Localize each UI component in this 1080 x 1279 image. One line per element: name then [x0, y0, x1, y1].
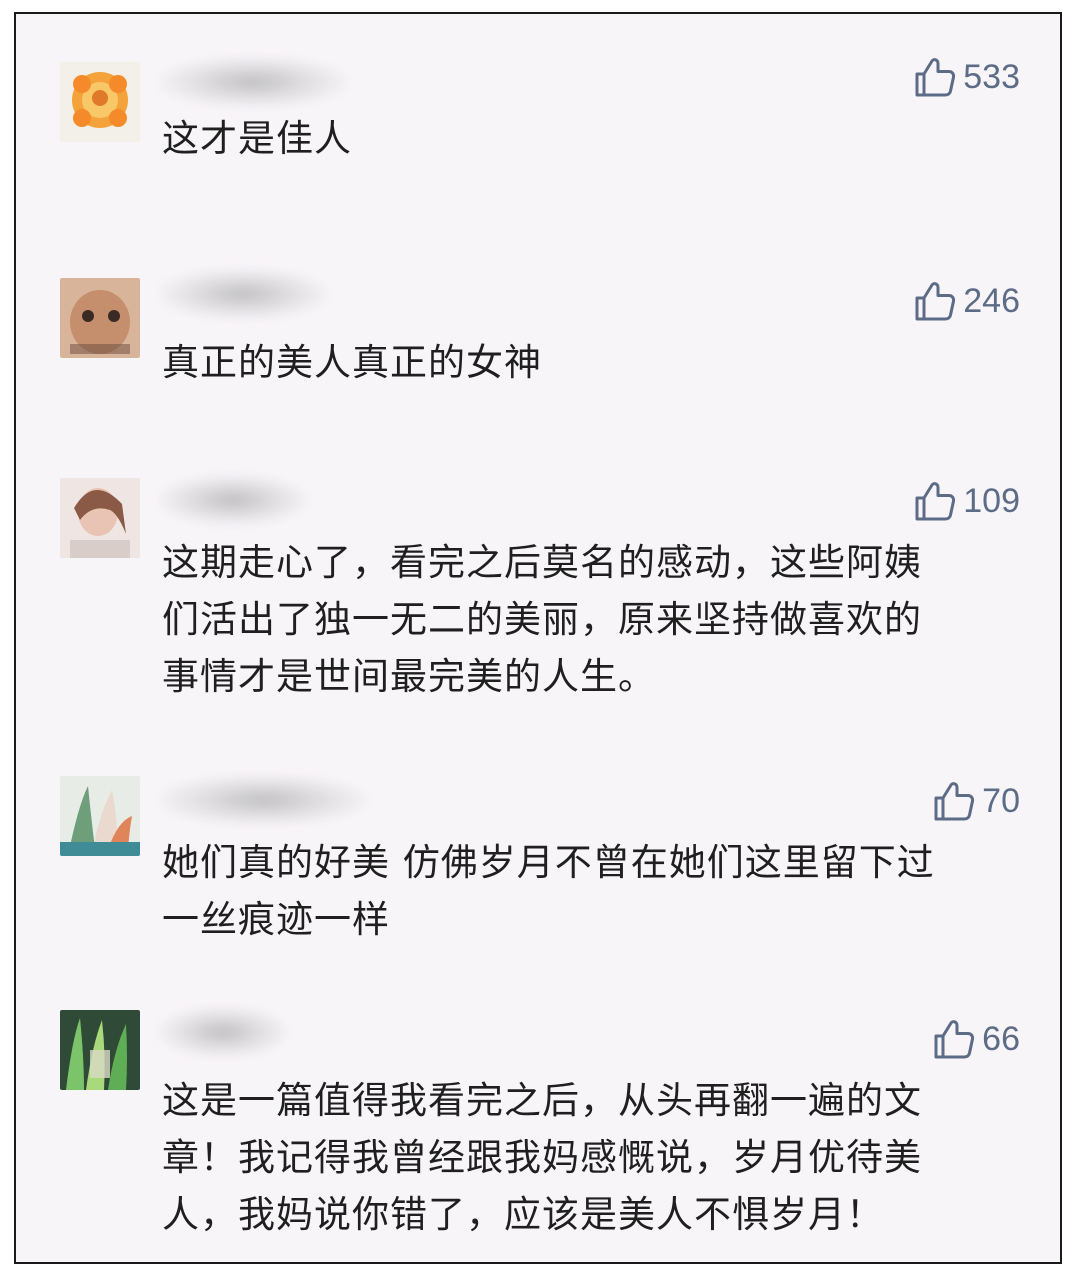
- like-button[interactable]: 109: [913, 478, 1020, 524]
- thumbs-up-icon: [913, 479, 957, 523]
- comment-item: 66 这是一篇值得我看完之后，从头再翻一遍的文 章！我记得我曾经跟我妈感慨说，岁…: [16, 974, 1060, 1262]
- user-avatar[interactable]: [60, 776, 140, 856]
- like-button[interactable]: 533: [913, 54, 1020, 100]
- like-count: 246: [963, 281, 1020, 320]
- blurred-nickname: [158, 268, 328, 320]
- like-count: 70: [982, 781, 1020, 820]
- thumbs-up-icon: [932, 779, 976, 823]
- blurred-nickname: [158, 1006, 288, 1058]
- comment-text: 这才是佳人: [162, 117, 352, 160]
- comment-text: 这期走心了，看完之后莫名的感动，这些阿姨 们活出了独一无二的美丽，原来坚持做喜欢…: [162, 541, 922, 698]
- like-button[interactable]: 70: [932, 778, 1020, 824]
- comment-item: 246 真正的美人真正的女神: [16, 224, 1060, 434]
- blurred-nickname: [158, 56, 348, 108]
- comment-item: 70 她们真的好美 仿佛岁月不曾在她们这里留下过 一丝痕迹一样: [16, 734, 1060, 974]
- comment-text: 这是一篇值得我看完之后，从头再翻一遍的文 章！我记得我曾经跟我妈感慨说，岁月优待…: [162, 1079, 922, 1236]
- comment-item: 533 这才是佳人: [16, 14, 1060, 224]
- like-count: 66: [982, 1019, 1020, 1058]
- like-count: 533: [963, 57, 1020, 96]
- user-avatar[interactable]: [60, 478, 140, 558]
- like-button[interactable]: 66: [932, 1016, 1020, 1062]
- thumbs-up-icon: [913, 55, 957, 99]
- like-button[interactable]: 246: [913, 278, 1020, 324]
- comment-text: 真正的美人真正的女神: [162, 341, 542, 384]
- comment-text: 她们真的好美 仿佛岁月不曾在她们这里留下过 一丝痕迹一样: [162, 841, 935, 941]
- user-avatar[interactable]: [60, 278, 140, 358]
- thumbs-up-icon: [913, 279, 957, 323]
- comment-item: 109 这期走心了，看完之后莫名的感动，这些阿姨 们活出了独一无二的美丽，原来坚…: [16, 434, 1060, 734]
- comment-list: 533 这才是佳人 246 真正的美人真正的女神 109 这期走心了，看完之后莫…: [14, 12, 1062, 1264]
- user-avatar[interactable]: [60, 1010, 140, 1090]
- blurred-nickname: [158, 774, 368, 826]
- like-count: 109: [963, 481, 1020, 520]
- blurred-nickname: [158, 474, 308, 526]
- thumbs-up-icon: [932, 1017, 976, 1061]
- user-avatar[interactable]: [60, 62, 140, 142]
